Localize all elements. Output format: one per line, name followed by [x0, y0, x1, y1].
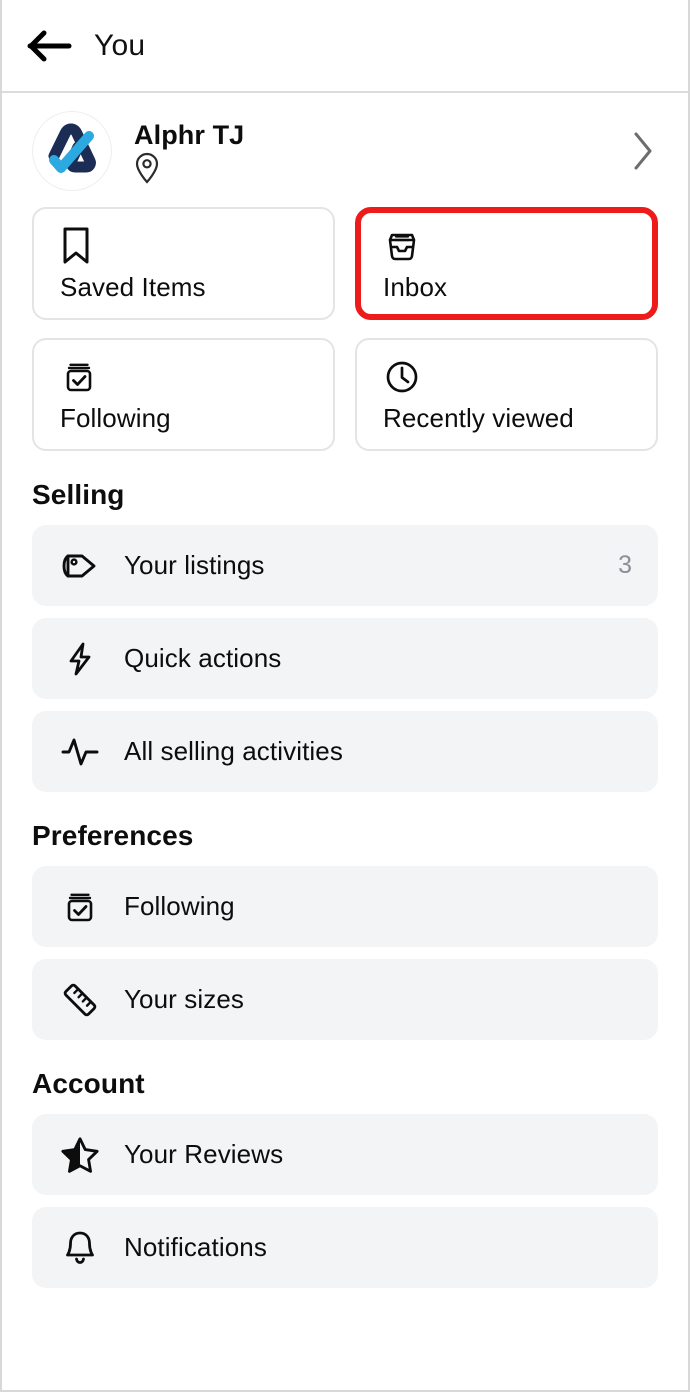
- row-label: Following: [124, 891, 235, 921]
- card-label: Saved Items: [60, 272, 206, 302]
- row-label: Your sizes: [124, 984, 244, 1014]
- quick-access-cards: Saved Items Inbox Following Recently vie…: [2, 201, 688, 451]
- clock-icon: [383, 357, 656, 397]
- bell-icon: [60, 1228, 100, 1268]
- section-account: Your Reviews Notifications: [2, 1114, 688, 1288]
- activity-pulse-icon: [60, 732, 100, 772]
- section-title-selling: Selling: [32, 479, 125, 510]
- card-saved-items[interactable]: Saved Items: [32, 207, 335, 320]
- archive-check-icon: [60, 888, 100, 926]
- page-title: You: [94, 28, 146, 62]
- half-star-icon: [60, 1134, 100, 1176]
- row-label: Notifications: [124, 1232, 267, 1262]
- inbox-icon: [383, 226, 652, 266]
- row-all-selling-activities[interactable]: All selling activities: [32, 711, 658, 792]
- row-label: Your Reviews: [124, 1139, 284, 1169]
- card-label: Inbox: [383, 272, 448, 302]
- profile-name: Alphr TJ: [134, 119, 245, 150]
- row-notifications[interactable]: Notifications: [32, 1207, 658, 1288]
- app-screen: You Alphr TJ Saved Items Inbox Following…: [0, 0, 690, 1392]
- profile-location: [134, 152, 630, 184]
- section-preferences: Following Your sizes: [2, 866, 688, 1040]
- back-button[interactable]: [24, 20, 76, 72]
- ruler-icon: [60, 980, 100, 1020]
- chevron-right-icon: [630, 128, 662, 174]
- card-label: Recently viewed: [383, 403, 574, 433]
- profile-info: Alphr TJ: [134, 119, 630, 184]
- row-label: Your listings: [124, 550, 265, 580]
- avatar: [32, 111, 112, 191]
- row-your-sizes[interactable]: Your sizes: [32, 959, 658, 1040]
- app-bar: You: [2, 0, 688, 93]
- row-count-badge: 3: [618, 551, 632, 579]
- row-label: All selling activities: [124, 736, 343, 766]
- row-label: Quick actions: [124, 643, 282, 673]
- arrow-left-icon: [27, 29, 73, 63]
- map-pin-icon: [134, 152, 160, 184]
- card-label: Following: [60, 403, 171, 433]
- card-following[interactable]: Following: [32, 338, 335, 451]
- section-title-preferences: Preferences: [32, 820, 194, 851]
- price-tag-icon: [60, 546, 100, 586]
- lightning-bolt-icon: [60, 639, 100, 679]
- archive-check-icon: [60, 357, 333, 397]
- row-following[interactable]: Following: [32, 866, 658, 947]
- section-title-account: Account: [32, 1068, 145, 1099]
- bookmark-icon: [60, 226, 333, 266]
- card-inbox[interactable]: Inbox: [355, 207, 658, 320]
- card-recently-viewed[interactable]: Recently viewed: [355, 338, 658, 451]
- section-selling: Your listings 3 Quick actions All sellin…: [2, 525, 688, 792]
- row-your-reviews[interactable]: Your Reviews: [32, 1114, 658, 1195]
- profile-row[interactable]: Alphr TJ: [2, 93, 688, 201]
- alphr-logo-avatar-icon: [37, 116, 107, 186]
- row-quick-actions[interactable]: Quick actions: [32, 618, 658, 699]
- row-your-listings[interactable]: Your listings 3: [32, 525, 658, 606]
